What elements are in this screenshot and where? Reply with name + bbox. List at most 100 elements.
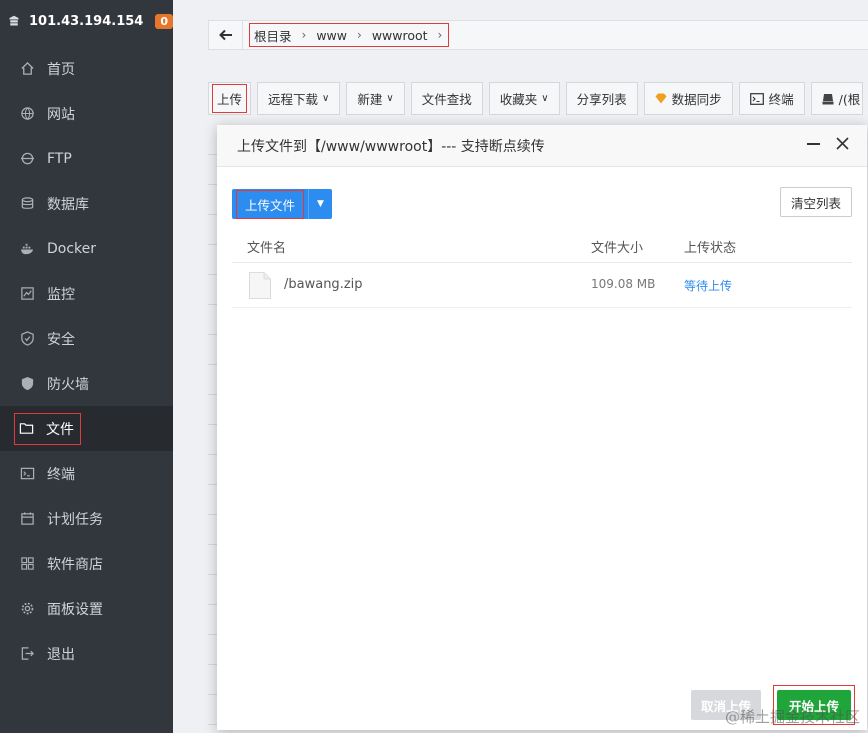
host-address: 101.43.194.154 (29, 13, 144, 29)
file-toolbar: 上传 远程下载 ∨ 新建 ∨ 文件查找 收藏夹 ∨ 分享列表 数据同步 终端 /… (208, 82, 864, 115)
breadcrumb: 根目录 › www › wwwroot › (249, 23, 450, 47)
sidebar-item-label: 数据库 (47, 196, 89, 213)
path-bar: 根目录 › www › wwwroot › (208, 20, 868, 50)
new-label: 新建 (357, 92, 383, 107)
breadcrumb-wwwroot[interactable]: wwwroot (372, 28, 428, 43)
sidebar-item-label: 面板设置 (47, 601, 103, 618)
terminal-icon (749, 92, 764, 105)
firewall-icon (20, 376, 35, 391)
sidebar-item-terminal[interactable]: 终端 (0, 451, 173, 496)
sidebar-item-label: 文件 (46, 421, 74, 438)
sidebar-item-label: 软件商店 (47, 556, 103, 573)
docker-icon (20, 241, 35, 256)
chevron-down-icon: ∨ (541, 93, 549, 104)
sidebar-item-label: 首页 (47, 61, 75, 78)
sidebar-item-label: FTP (47, 150, 72, 167)
share-list-button[interactable]: 分享列表 (565, 82, 638, 115)
sidebar-item-label: 防火墙 (47, 376, 89, 393)
file-search-label: 文件查找 (421, 92, 472, 107)
notification-badge[interactable]: 0 (155, 13, 173, 29)
globe-icon (20, 106, 35, 121)
sidebar-item-ftp[interactable]: FTP (0, 136, 173, 181)
file-icon (249, 272, 271, 299)
sidebar-item-security[interactable]: 安全 (0, 316, 173, 361)
logout-icon (20, 646, 35, 661)
ftp-icon (20, 151, 35, 166)
sidebar-item-website[interactable]: 网站 (0, 91, 173, 136)
chevron-right-icon: › (437, 28, 443, 42)
sidebar-item-label: 计划任务 (47, 511, 103, 528)
disk-label: /(根 (838, 92, 861, 107)
terminal-button[interactable]: 终端 (738, 82, 805, 115)
file-search-button[interactable]: 文件查找 (410, 82, 483, 115)
monitor-icon (20, 286, 35, 301)
server-logo-icon (9, 15, 19, 26)
sidebar-item-label: Docker (47, 240, 97, 257)
sidebar-item-label: 监控 (47, 286, 75, 303)
disk-button[interactable]: /(根 (810, 82, 864, 115)
column-header-status: 上传状态 (684, 241, 737, 256)
data-sync-button[interactable]: 数据同步 (643, 82, 733, 115)
sidebar-item-label: 退出 (47, 646, 75, 663)
folder-icon (19, 421, 34, 436)
dialog-controls (807, 137, 849, 150)
sidebar-item-label: 终端 (47, 466, 75, 483)
arrow-left-icon (218, 29, 232, 41)
close-icon[interactable] (836, 137, 849, 150)
gear-icon (20, 601, 35, 616)
data-sync-label: 数据同步 (671, 92, 722, 107)
sidebar-item-firewall[interactable]: 防火墙 (0, 361, 173, 406)
sidebar-item-appstore[interactable]: 软件商店 (0, 541, 173, 586)
new-button[interactable]: 新建 ∨ (346, 82, 405, 115)
file-status: 等待上传 (684, 279, 733, 293)
disk-icon (822, 93, 834, 105)
sidebar-item-label: 网站 (47, 106, 75, 123)
remote-download-label: 远程下载 (268, 92, 319, 107)
file-size: 109.08 MB (591, 277, 656, 291)
diamond-icon (655, 93, 667, 104)
chevron-right-icon: › (357, 28, 362, 42)
share-list-label: 分享列表 (576, 92, 627, 107)
sidebar-menu: 首页 网站 FTP 数据库 Docker 监控 安全 防火墙 文件 终端 计划任… (0, 46, 173, 676)
sidebar: 101.43.194.154 0 首页 网站 FTP 数据库 Docker 监控 (0, 0, 173, 733)
upload-file-split-button: 上传文件 ▼ (232, 189, 333, 219)
breadcrumb-root[interactable]: 根目录 (254, 26, 292, 45)
minimize-icon[interactable] (807, 142, 820, 145)
breadcrumb-www[interactable]: www (316, 28, 347, 43)
apps-icon (20, 556, 35, 571)
files-highlight-box: 文件 (14, 412, 81, 445)
clear-list-label: 清空列表 (790, 195, 841, 211)
dialog-header: 上传文件到【/www/wwwroot】--- 支持断点续传 (217, 125, 867, 167)
terminal-label: 终端 (768, 92, 794, 107)
remote-download-button[interactable]: 远程下载 ∨ (257, 82, 341, 115)
upload-dialog: 上传文件到【/www/wwwroot】--- 支持断点续传 上传文件 ▼ 清空列… (217, 125, 867, 730)
column-header-size: 文件大小 (591, 241, 644, 256)
sidebar-item-database[interactable]: 数据库 (0, 181, 173, 226)
shield-icon (20, 331, 35, 346)
sidebar-item-files[interactable]: 文件 (0, 406, 173, 451)
sidebar-item-monitor[interactable]: 监控 (0, 271, 173, 316)
caret-down-icon: ▼ (317, 199, 324, 209)
clear-list-button[interactable]: 清空列表 (779, 187, 852, 217)
upload-button[interactable]: 上传 (208, 82, 252, 115)
chevron-down-icon: ∨ (322, 93, 330, 104)
sidebar-item-docker[interactable]: Docker (0, 226, 173, 271)
sidebar-item-settings[interactable]: 面板设置 (0, 586, 173, 631)
terminal-icon (20, 466, 35, 481)
upload-file-button[interactable]: 上传文件 (232, 189, 308, 219)
upload-table-header: 文件名 文件大小 上传状态 (232, 228, 852, 263)
sidebar-header: 101.43.194.154 0 (0, 0, 173, 42)
sidebar-item-home[interactable]: 首页 (0, 46, 173, 91)
chevron-down-icon: ∨ (386, 93, 394, 104)
favorites-label: 收藏夹 (499, 92, 538, 107)
favorites-button[interactable]: 收藏夹 ∨ (488, 82, 560, 115)
sidebar-item-logout[interactable]: 退出 (0, 631, 173, 676)
dialog-title: 上传文件到【/www/wwwroot】--- 支持断点续传 (237, 138, 545, 155)
back-button[interactable] (209, 21, 243, 49)
table-row: /bawang.zip 109.08 MB 等待上传 (232, 263, 852, 308)
database-icon (20, 196, 35, 211)
upload-options-dropdown[interactable]: ▼ (308, 189, 332, 219)
column-header-name: 文件名 (247, 241, 287, 256)
file-name: /bawang.zip (284, 277, 363, 292)
sidebar-item-cron[interactable]: 计划任务 (0, 496, 173, 541)
